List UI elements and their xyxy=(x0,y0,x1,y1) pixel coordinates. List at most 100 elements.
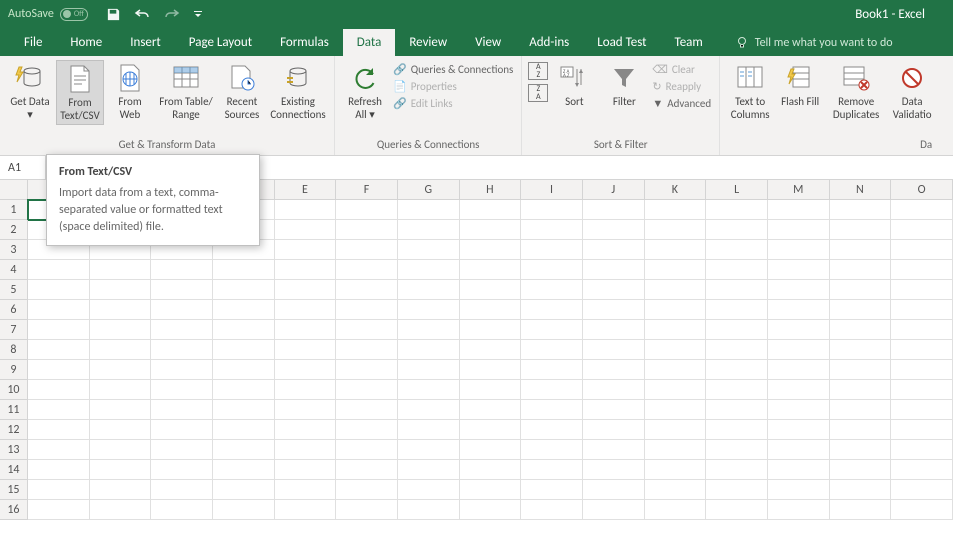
cell[interactable] xyxy=(213,280,275,300)
cell[interactable] xyxy=(521,300,583,320)
cell[interactable] xyxy=(275,440,337,460)
column-header[interactable]: G xyxy=(398,180,460,199)
cell[interactable] xyxy=(275,300,337,320)
cell[interactable] xyxy=(830,220,892,240)
edit-links-button[interactable]: 🔗Edit Links xyxy=(391,96,515,111)
cell[interactable] xyxy=(151,460,213,480)
row-header[interactable]: 16 xyxy=(0,500,28,520)
cell[interactable] xyxy=(213,300,275,320)
cell[interactable] xyxy=(706,240,768,260)
cell[interactable] xyxy=(891,420,953,440)
cell[interactable] xyxy=(768,240,830,260)
cell[interactable] xyxy=(768,200,830,220)
cell[interactable] xyxy=(90,480,152,500)
queries-connections-button[interactable]: 🔗Queries & Connections xyxy=(391,62,515,77)
cell[interactable] xyxy=(398,500,460,520)
cell[interactable] xyxy=(521,360,583,380)
cell[interactable] xyxy=(151,380,213,400)
cell[interactable] xyxy=(583,380,645,400)
save-icon[interactable] xyxy=(106,7,121,22)
tab-team[interactable]: Team xyxy=(661,29,717,56)
tab-home[interactable]: Home xyxy=(56,29,116,56)
column-header[interactable]: K xyxy=(645,180,707,199)
cell[interactable] xyxy=(830,500,892,520)
cell[interactable] xyxy=(891,340,953,360)
clear-filter-button[interactable]: ⌫Clear xyxy=(650,62,713,77)
tab-loadtest[interactable]: Load Test xyxy=(583,29,660,56)
remove-duplicates-button[interactable]: Remove Duplicates xyxy=(826,60,886,123)
cell[interactable] xyxy=(28,260,90,280)
cell[interactable] xyxy=(90,440,152,460)
column-header[interactable]: N xyxy=(830,180,892,199)
get-data-button[interactable]: Get Data ▾ xyxy=(6,60,54,123)
row-header[interactable]: 14 xyxy=(0,460,28,480)
cell[interactable] xyxy=(336,260,398,280)
cell[interactable] xyxy=(28,480,90,500)
cell[interactable] xyxy=(706,500,768,520)
cell[interactable] xyxy=(151,500,213,520)
cell[interactable] xyxy=(521,480,583,500)
cell[interactable] xyxy=(28,460,90,480)
cell[interactable] xyxy=(336,400,398,420)
cell[interactable] xyxy=(583,200,645,220)
cell[interactable] xyxy=(645,480,707,500)
cell[interactable] xyxy=(151,480,213,500)
cell[interactable] xyxy=(891,220,953,240)
row-header[interactable]: 5 xyxy=(0,280,28,300)
cell[interactable] xyxy=(768,400,830,420)
cell[interactable] xyxy=(706,460,768,480)
cell[interactable] xyxy=(583,320,645,340)
cell[interactable] xyxy=(28,500,90,520)
cell[interactable] xyxy=(830,380,892,400)
cell[interactable] xyxy=(521,200,583,220)
row-header[interactable]: 15 xyxy=(0,480,28,500)
cell[interactable] xyxy=(891,360,953,380)
cell[interactable] xyxy=(521,400,583,420)
cell[interactable] xyxy=(583,360,645,380)
cell[interactable] xyxy=(583,500,645,520)
cell[interactable] xyxy=(336,340,398,360)
cell[interactable] xyxy=(706,360,768,380)
properties-button[interactable]: 📄Properties xyxy=(391,79,515,94)
cell[interactable] xyxy=(275,500,337,520)
cell[interactable] xyxy=(521,320,583,340)
cell[interactable] xyxy=(398,440,460,460)
cell[interactable] xyxy=(398,420,460,440)
cell[interactable] xyxy=(645,220,707,240)
row-header[interactable]: 10 xyxy=(0,380,28,400)
cell[interactable] xyxy=(28,420,90,440)
filter-button[interactable]: Filter xyxy=(600,60,648,111)
cell[interactable] xyxy=(521,380,583,400)
cell[interactable] xyxy=(460,240,522,260)
cell[interactable] xyxy=(645,240,707,260)
cell[interactable] xyxy=(645,320,707,340)
cell[interactable] xyxy=(275,220,337,240)
cell[interactable] xyxy=(891,280,953,300)
cell[interactable] xyxy=(706,300,768,320)
cell[interactable] xyxy=(275,200,337,220)
cell[interactable] xyxy=(28,440,90,460)
cell[interactable] xyxy=(706,400,768,420)
cell[interactable] xyxy=(460,340,522,360)
cell[interactable] xyxy=(151,260,213,280)
cell[interactable] xyxy=(830,360,892,380)
cell[interactable] xyxy=(460,460,522,480)
cell[interactable] xyxy=(460,380,522,400)
row-header[interactable]: 13 xyxy=(0,440,28,460)
row-header[interactable]: 9 xyxy=(0,360,28,380)
toggle-off-icon[interactable]: Off xyxy=(60,8,88,21)
cell[interactable] xyxy=(460,400,522,420)
cell[interactable] xyxy=(521,440,583,460)
tab-view[interactable]: View xyxy=(461,29,515,56)
undo-icon[interactable] xyxy=(133,7,151,21)
cell[interactable] xyxy=(706,320,768,340)
cell[interactable] xyxy=(151,420,213,440)
cell[interactable] xyxy=(830,320,892,340)
cell[interactable] xyxy=(275,240,337,260)
row-header[interactable]: 1 xyxy=(0,200,28,220)
cell[interactable] xyxy=(891,320,953,340)
cell[interactable] xyxy=(521,460,583,480)
cell[interactable] xyxy=(460,360,522,380)
cell[interactable] xyxy=(583,480,645,500)
cell[interactable] xyxy=(398,360,460,380)
